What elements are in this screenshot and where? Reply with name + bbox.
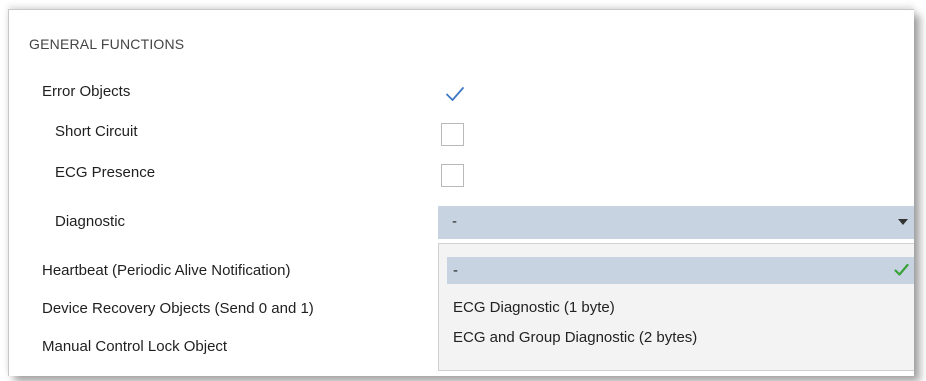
ecg-presence-label: ECG Presence (55, 164, 156, 181)
parameter-panel: GENERAL FUNCTIONS Error Objects Short Ci… (8, 9, 914, 376)
dropdown-option[interactable]: - (447, 257, 914, 284)
error-objects-checkbox[interactable] (444, 83, 466, 105)
chevron-down-icon (898, 219, 908, 225)
error-objects-label: Error Objects (42, 83, 131, 100)
short-circuit-label: Short Circuit (55, 123, 138, 140)
short-circuit-checkbox[interactable] (441, 123, 464, 146)
option-label: - (453, 262, 458, 279)
option-label: ECG and Group Diagnostic (2 bytes) (453, 329, 698, 346)
heartbeat-label: Heartbeat (Periodic Alive Notification) (42, 262, 291, 279)
dropdown-option[interactable]: ECG and Group Diagnostic (2 bytes) (447, 324, 914, 351)
diagnostic-select-value: - (452, 213, 457, 230)
dropdown-option[interactable]: ECG Diagnostic (1 byte) (447, 294, 914, 321)
checkmark-icon (446, 87, 464, 101)
diagnostic-select[interactable]: - (438, 206, 914, 239)
ecg-presence-checkbox[interactable] (441, 164, 464, 187)
check-icon (894, 263, 909, 276)
option-label: ECG Diagnostic (1 byte) (453, 299, 615, 316)
section-title: GENERAL FUNCTIONS (29, 36, 185, 52)
diagnostic-dropdown-list: - ECG Diagnostic (1 byte) ECG and Group … (438, 243, 914, 371)
diagnostic-label: Diagnostic (55, 213, 126, 230)
device-recovery-label: Device Recovery Objects (Send 0 and 1) (42, 300, 314, 317)
manual-lock-label: Manual Control Lock Object (42, 338, 228, 355)
